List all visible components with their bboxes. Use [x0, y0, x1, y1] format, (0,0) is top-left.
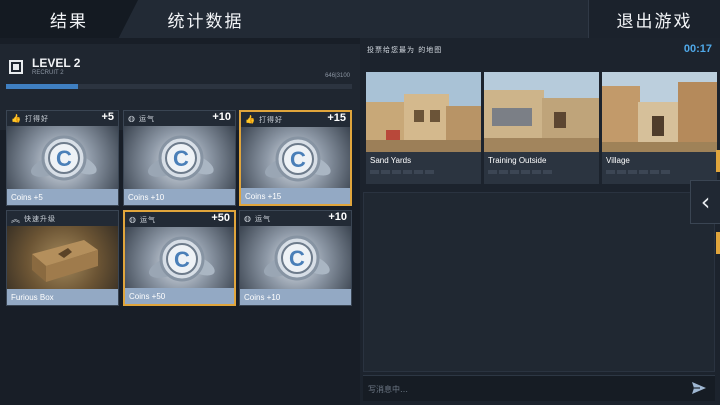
card-reason: 运气 [254, 214, 271, 223]
coins-icon: C [263, 235, 330, 281]
map-vote-slots [488, 170, 552, 174]
tab-results[interactable]: 结果 [0, 0, 138, 38]
reward-cards: 👍打得好+5C?B o n aCoins +5 ◍运气+10C?FB_599Co… [6, 110, 354, 308]
luck-icon: ◍ [129, 215, 136, 224]
send-icon[interactable] [691, 381, 707, 395]
card-art: C?B o n a [7, 126, 118, 198]
map-option-training-outside[interactable]: Training Outside [484, 72, 599, 184]
card-bonus: +10 [212, 111, 231, 123]
card-reward-label: Coins +10 [124, 189, 235, 205]
card-reward-label: Furious Box [7, 289, 118, 305]
level-title: LEVEL 2 [32, 56, 81, 70]
rank-square-icon [9, 60, 23, 74]
card-bonus: +50 [211, 212, 230, 224]
card-art: CSuresh Kumar [240, 226, 351, 299]
card-art: C灵虎人物 [125, 227, 234, 300]
card-header: 👍 打得好 +5 [7, 111, 118, 126]
map-option-village[interactable]: Village [602, 72, 717, 184]
map-name: Village [606, 156, 630, 165]
luck-icon: ◍ [244, 214, 251, 223]
card-bonus: +15 [327, 112, 346, 124]
map-name: Sand Yards [370, 156, 412, 165]
exit-game-button[interactable]: 退出游戏 [588, 0, 720, 38]
thumbs-up-icon: 👍 [11, 114, 21, 123]
chat-input-bar[interactable]: 写消息中… [363, 375, 715, 401]
vote-timer: 00:17 [683, 43, 712, 55]
map-preview-image [484, 72, 599, 152]
luck-icon: ◍ [128, 114, 135, 123]
map-name: Training Outside [488, 156, 547, 165]
double-chevron-up-icon: ︽ [11, 215, 21, 225]
svg-text:C: C [289, 246, 305, 271]
card-bonus: +5 [101, 111, 114, 123]
card-reason: 打得好 [24, 114, 49, 123]
card-reward-label: Coins +15 [241, 188, 350, 204]
reward-card: 👍打得好 +15 C灵虎人物Coins +15 [239, 110, 352, 206]
chevron-left-icon[interactable]: ‹ [690, 180, 720, 224]
map-preview-image [366, 72, 481, 152]
tab-stats[interactable]: 统计数据 [138, 0, 273, 38]
card-header: ◍ 运气 +50 [125, 212, 234, 227]
side-edge-accent [716, 232, 720, 254]
svg-text:C: C [173, 146, 189, 171]
card-reason: 运气 [138, 114, 155, 123]
card-reason: 运气 [139, 215, 156, 224]
card-reward-label: Coins +50 [125, 288, 234, 304]
map-vote-panel: 投票给您最为 的地图 00:17 Sand Yards Training Out… [360, 38, 720, 405]
coins-icon: C [147, 135, 214, 181]
side-edge-accent [716, 150, 720, 172]
card-reason: 打得好 [258, 115, 283, 124]
card-reward-label: Coins +5 [7, 189, 118, 205]
top-bar: 结果 统计数据 退出游戏 [0, 0, 720, 38]
svg-text:C: C [56, 146, 72, 171]
chat-input-placeholder: 写消息中… [368, 385, 408, 394]
svg-text:C: C [174, 247, 190, 272]
weapon-box-icon [32, 240, 98, 282]
map-vote-slots [370, 170, 434, 174]
svg-text:C: C [290, 147, 306, 172]
card-header: ◍ 运气 +10 [124, 111, 235, 126]
reward-card: ◍运气 +10 C?FB_599Coins +10 [123, 110, 236, 206]
level-subtitle: RECRUIT 2 [32, 70, 64, 76]
card-bonus: +10 [328, 211, 347, 223]
card-art: FB_165 [7, 226, 118, 299]
thumbs-up-icon: 👍 [245, 115, 255, 124]
xp-progress-bar [6, 84, 352, 89]
map-preview-image [602, 72, 717, 152]
card-header: ︽ 快速升级 [7, 211, 118, 226]
reward-card: 👍打得好 +5 C?B o n aCoins +5 [6, 110, 119, 206]
chat-log[interactable] [363, 192, 715, 372]
reward-card: ︽快速升级FB_165Furious Box [6, 210, 119, 306]
xp-progress-fill [6, 84, 78, 89]
coins-icon: C [30, 135, 97, 181]
reward-card: ◍运气 +10 CSuresh KumarCoins +10 [239, 210, 352, 306]
reward-card: ◍运气 +50 C灵虎人物Coins +50 [123, 210, 236, 306]
map-vote-slots [606, 170, 670, 174]
card-header: 👍 打得好 +15 [241, 112, 350, 127]
vote-title: 投票给您最为 的地图 [367, 46, 443, 54]
coins-icon: C [148, 236, 215, 282]
card-reason: 快速升级 [24, 214, 57, 223]
card-reward-label: Coins +10 [240, 289, 351, 305]
card-header: ◍ 运气 +10 [240, 211, 351, 226]
coins-icon: C [264, 136, 331, 182]
card-art: C?FB_599 [124, 126, 235, 198]
card-art: C灵虎人物 [241, 127, 350, 200]
results-panel: LEVEL 2 RECRUIT 2 646|3100 👍打得好+5C?B o n… [0, 38, 360, 405]
xp-counter: 646|3100 [325, 73, 350, 79]
map-option-sand-yards[interactable]: Sand Yards [366, 72, 481, 184]
